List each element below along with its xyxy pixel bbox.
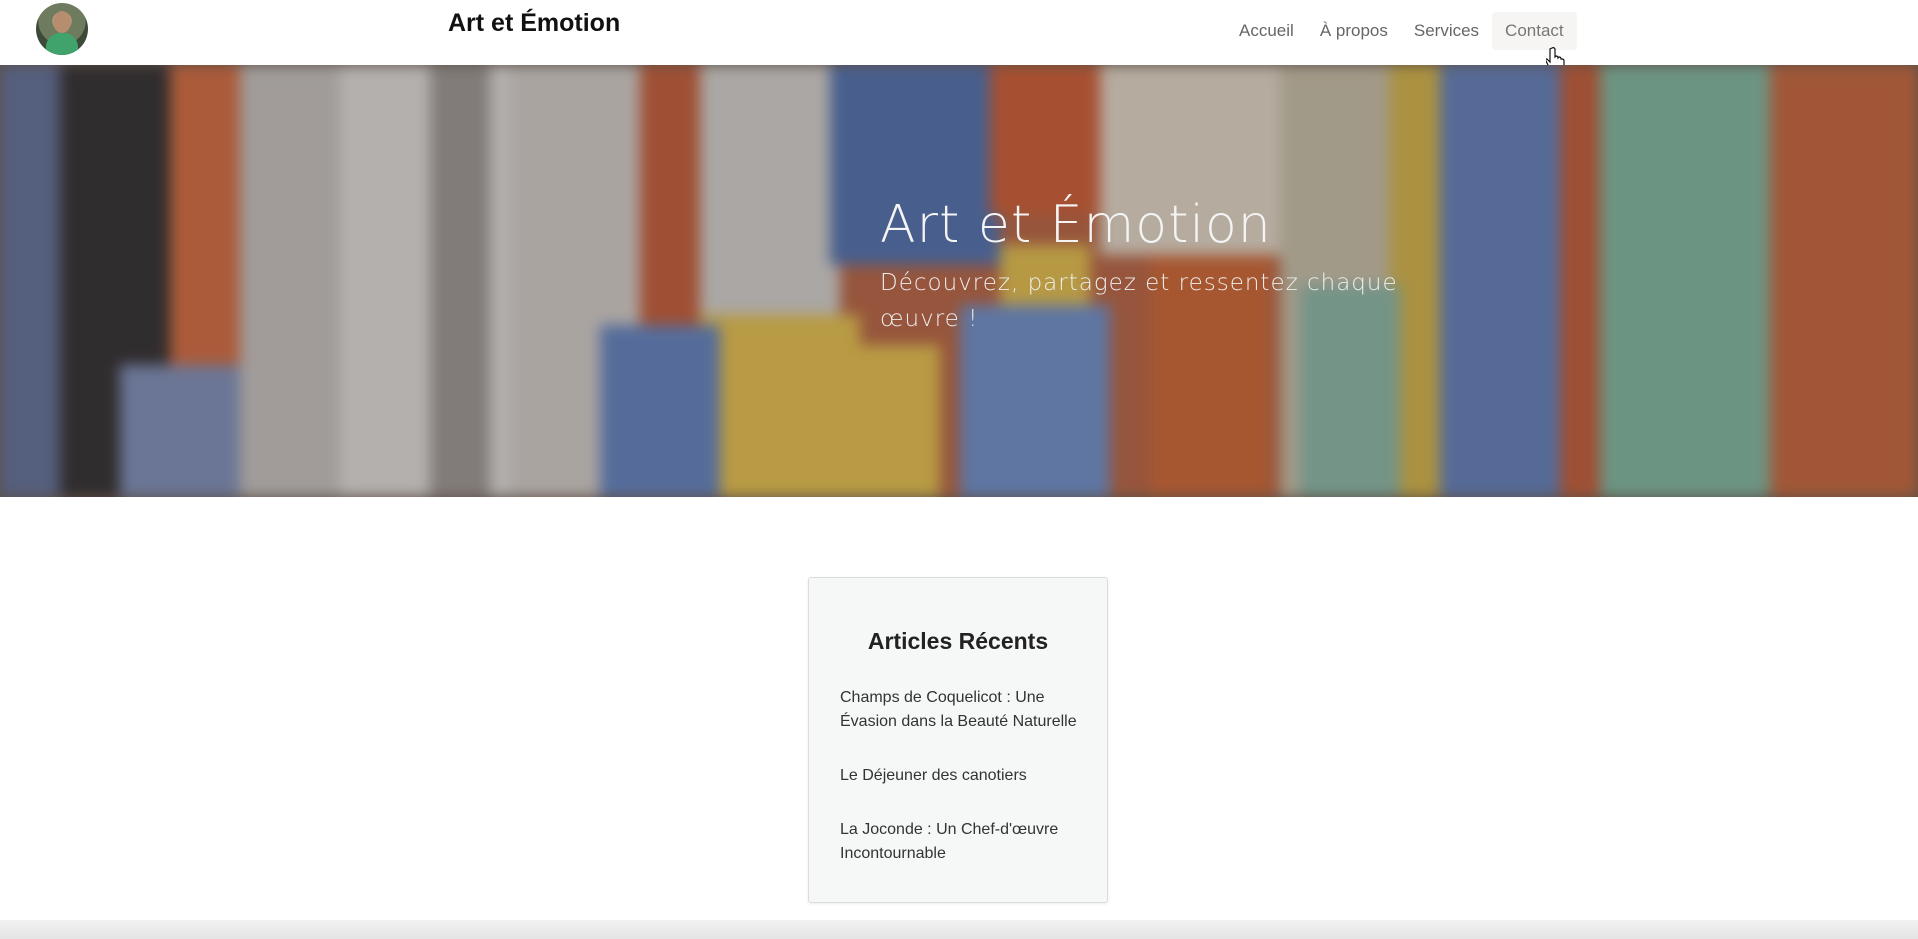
avatar-head <box>53 11 71 33</box>
hero-banner: Art et Émotion Découvrez, partagez et re… <box>0 65 1918 497</box>
main-nav: Accueil À propos Services Contact <box>1226 12 1577 50</box>
avatar[interactable] <box>36 3 88 55</box>
nav-item-a-propos[interactable]: À propos <box>1307 12 1401 50</box>
article-link-coquelicot[interactable]: Champs de Coquelicot : Une Évasion dans … <box>840 686 1090 734</box>
hero-subtitle: Découvrez, partagez et ressentez chaque … <box>880 270 1398 332</box>
article-link-dejeuner[interactable]: Le Déjeuner des canotiers <box>840 764 1090 788</box>
hero-title: Art et Émotion <box>880 195 1272 255</box>
nav-item-contact[interactable]: Contact <box>1492 12 1577 50</box>
nav-item-accueil[interactable]: Accueil <box>1226 12 1307 50</box>
top-navbar: Art et Émotion Accueil À propos Services… <box>0 0 1918 72</box>
nav-item-services[interactable]: Services <box>1401 12 1492 50</box>
recent-articles-card: Articles Récents Champs de Coquelicot : … <box>808 577 1108 903</box>
recent-articles-title: Articles Récents <box>867 628 1049 654</box>
site-title[interactable]: Art et Émotion <box>448 9 620 38</box>
avatar-shirt <box>46 33 78 55</box>
article-link-joconde[interactable]: La Joconde : Un Chef-d'œuvre Incontourna… <box>840 818 1090 866</box>
footer-edge <box>0 920 1918 939</box>
